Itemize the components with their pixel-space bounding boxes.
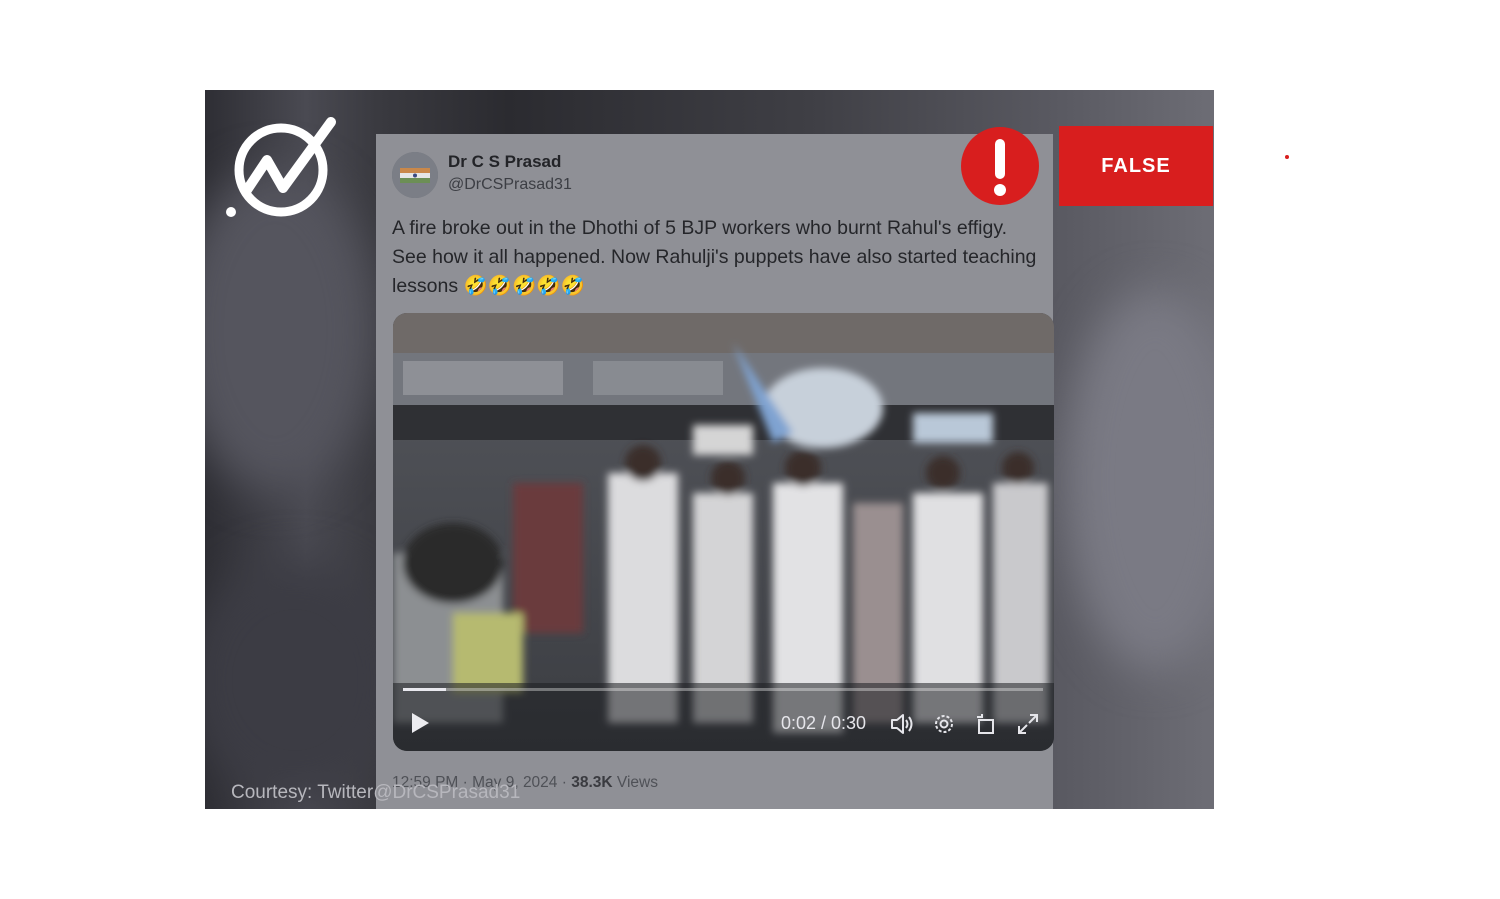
rotate-icon[interactable] bbox=[973, 711, 999, 737]
courtesy-caption: Courtesy: Twitter@DrCSPrasad31 bbox=[231, 782, 521, 803]
background-blur bbox=[205, 560, 405, 800]
background-blur bbox=[1065, 290, 1214, 670]
video-progress-bar[interactable] bbox=[403, 688, 1043, 691]
play-icon[interactable] bbox=[409, 711, 431, 735]
video-player[interactable]: 0:02 / 0:30 bbox=[393, 313, 1054, 751]
video-frame bbox=[393, 313, 1054, 751]
exclamation-icon bbox=[961, 127, 1039, 205]
video-progress-fill bbox=[403, 688, 446, 691]
tweet-card[interactable]: Dr C S Prasad @DrCSPrasad31 ··· A fire b… bbox=[376, 134, 1054, 809]
views-count: 38.3K bbox=[571, 774, 613, 791]
fullscreen-icon[interactable] bbox=[1015, 711, 1041, 737]
author-handle[interactable]: @DrCSPrasad31 bbox=[448, 176, 572, 194]
volume-icon[interactable] bbox=[889, 711, 915, 737]
fact-check-logo bbox=[226, 117, 336, 217]
decorative-dot bbox=[1285, 155, 1289, 159]
video-time: 0:02 / 0:30 bbox=[781, 713, 867, 733]
avatar[interactable] bbox=[392, 152, 438, 198]
tweet-text: A fire broke out in the Dhothi of 5 BJP … bbox=[392, 217, 1037, 297]
views-label: Views bbox=[616, 774, 658, 791]
author-name[interactable]: Dr C S Prasad bbox=[448, 152, 561, 172]
settings-icon[interactable] bbox=[931, 711, 957, 737]
verdict-badge: FALSE bbox=[1059, 126, 1213, 206]
